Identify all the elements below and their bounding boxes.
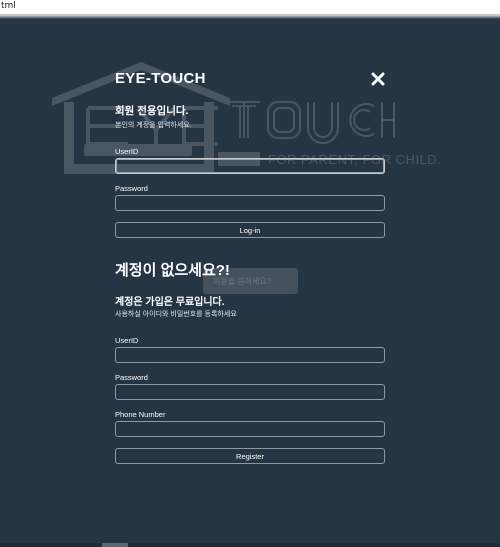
login-password-input[interactable] <box>115 195 385 211</box>
register-subtitle: 사용하실 아이디와 비밀번호를 등록하세요 <box>115 311 237 318</box>
register-phone-input[interactable] <box>115 421 385 437</box>
horizontal-scrollbar[interactable] <box>0 543 500 547</box>
close-icon[interactable] <box>371 72 385 86</box>
register-title: 계정은 가입은 무료입니다. <box>115 297 225 308</box>
scrollbar-thumb[interactable] <box>102 543 128 547</box>
login-title: 회원 전용입니다. <box>115 105 189 117</box>
login-userid-input[interactable] <box>115 158 385 174</box>
login-userid-label: UserID <box>115 147 139 156</box>
login-button[interactable]: Log-in <box>115 222 385 238</box>
register-phone-label: Phone Number <box>115 410 166 419</box>
register-password-label: Password <box>115 373 148 382</box>
browser-address-bar[interactable]: tml <box>0 0 500 15</box>
brand-title: EYE-TOUCH <box>115 70 206 87</box>
register-password-input[interactable] <box>115 384 385 400</box>
login-password-label: Password <box>115 184 148 193</box>
register-userid-input[interactable] <box>115 347 385 363</box>
login-subtitle: 본인의 계정을 입력하세요. <box>115 122 192 129</box>
no-account-heading: 계정이 없으세요?! <box>115 262 230 279</box>
register-button[interactable]: Register <box>115 448 385 464</box>
address-bar-shadow <box>0 15 500 19</box>
address-text: tml <box>1 1 16 11</box>
register-userid-label: UserID <box>115 336 139 345</box>
